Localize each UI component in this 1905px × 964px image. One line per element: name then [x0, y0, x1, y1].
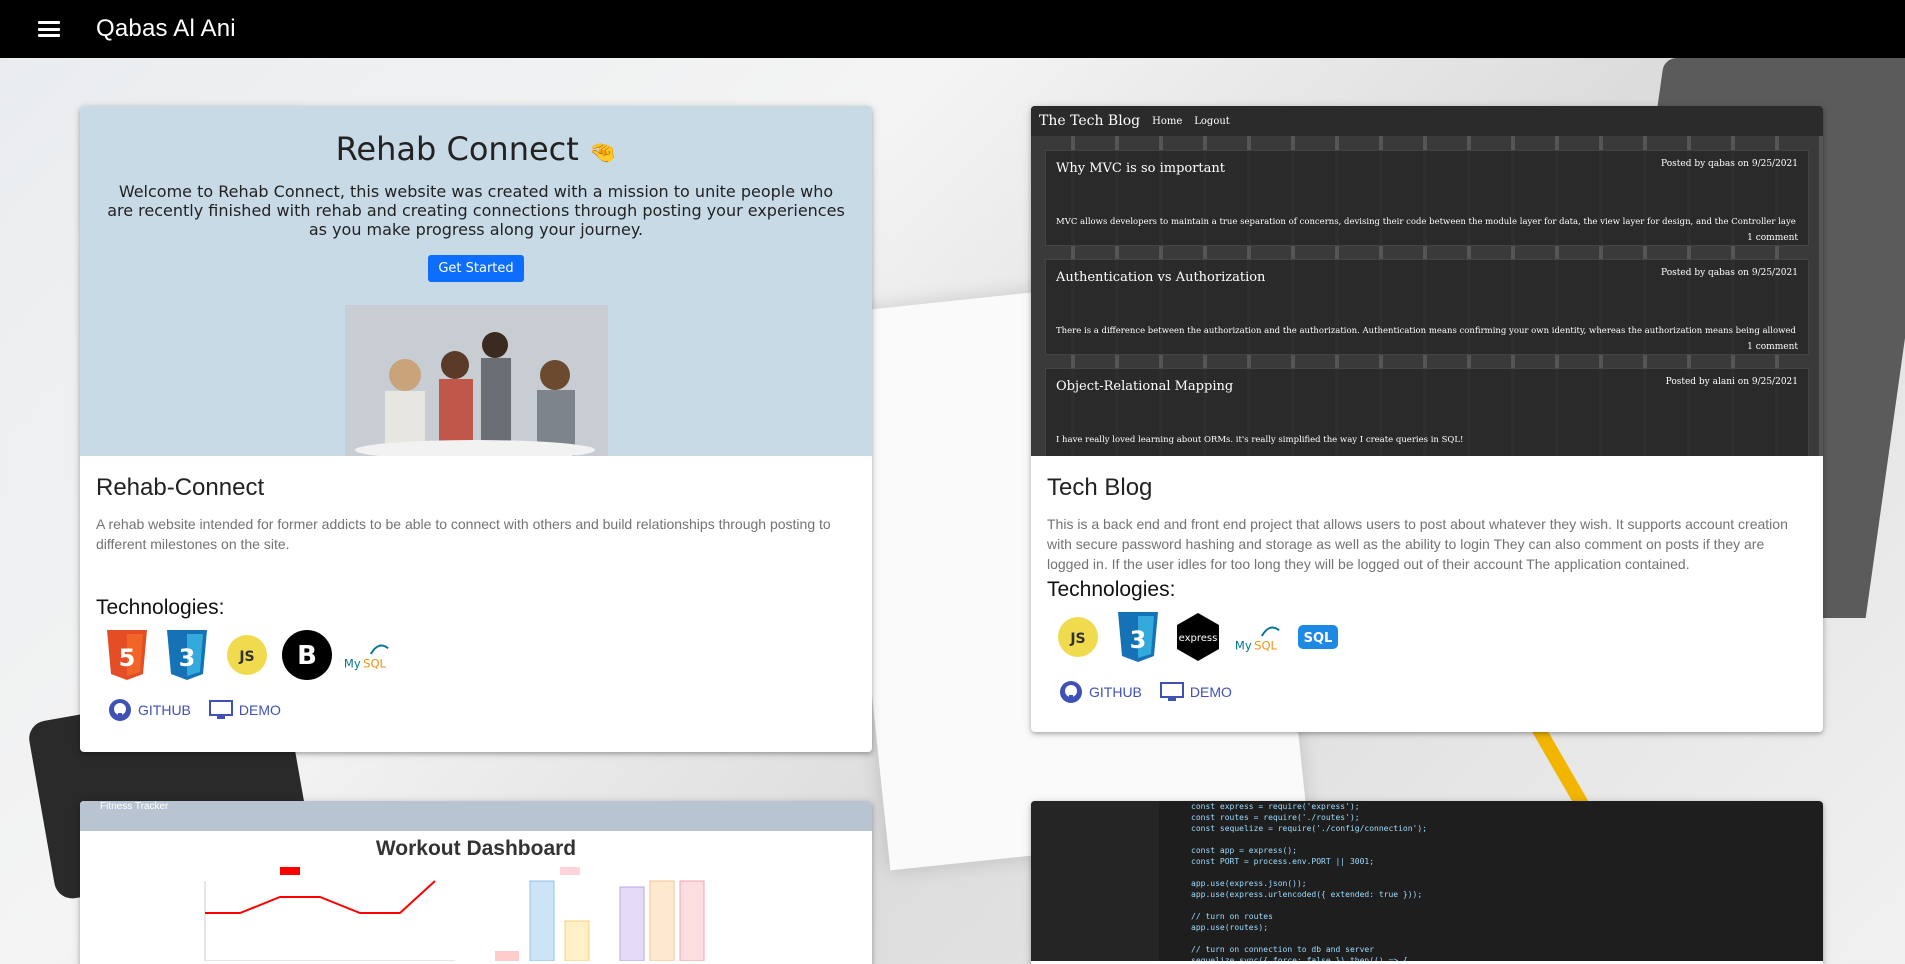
javascript-icon: JS: [222, 630, 272, 680]
svg-text:JS: JS: [238, 649, 254, 665]
app-title: Qabas Al Ani: [96, 15, 236, 42]
javascript-icon: JS: [1053, 612, 1103, 662]
monitor-icon: [208, 700, 233, 719]
preview-brand: The Tech Blog: [1039, 113, 1141, 129]
post-meta: Posted by alani on 9/25/2021: [1665, 377, 1798, 387]
svg-text:3: 3: [179, 644, 196, 672]
preview-file-explorer: [1031, 801, 1159, 961]
svg-text:SQL: SQL: [363, 657, 386, 671]
project-description: This is a back end and front end project…: [1047, 516, 1788, 572]
mysql-icon: My SQL: [1233, 612, 1283, 662]
svg-text:SQL: SQL: [1304, 631, 1333, 646]
technologies-list: 5 3 JS B My SQL: [96, 630, 856, 680]
preview-code: const express = require('express'); cons…: [1191, 802, 1428, 961]
preview-heading: Rehab Connect 🤏: [335, 130, 617, 168]
svg-text:B: B: [297, 641, 317, 671]
preview-nav-logout: Logout: [1194, 115, 1230, 127]
post-meta: Posted by qabas on 9/25/2021: [1661, 159, 1798, 169]
project-title: Tech Blog: [1047, 474, 1153, 501]
github-link-label: GITHUB: [138, 702, 191, 718]
svg-text:5: 5: [119, 644, 136, 672]
github-icon: [109, 699, 131, 721]
preview-nav: The Tech Blog Home Logout: [1031, 106, 1823, 136]
preview-charts: [204, 867, 705, 961]
preview-post: Why MVC is so important Posted by qabas …: [1045, 150, 1809, 246]
project-preview-image: The Tech Blog Home Logout Why MVC is so …: [1031, 106, 1823, 456]
project-preview-image: Fitness Tracker Workout Dashboard: [80, 801, 872, 961]
project-description: A rehab website intended for former addi…: [96, 516, 831, 552]
github-icon: [1060, 681, 1082, 703]
project-card-tech-blog: The Tech Blog Home Logout Why MVC is so …: [1031, 106, 1823, 732]
preview-post: Authentication vs Authorization Posted b…: [1045, 259, 1809, 355]
technologies-list: JS 3 express My SQL SQL: [1047, 612, 1807, 662]
svg-text:3: 3: [1130, 626, 1147, 654]
demo-link-label: DEMO: [1189, 684, 1232, 700]
post-meta: Posted by qabas on 9/25/2021: [1661, 268, 1798, 278]
project-card-rehab-connect: Rehab Connect 🤏 Welcome to Rehab Connect…: [80, 106, 872, 752]
project-card-fitness-tracker: Fitness Tracker Workout Dashboard: [80, 801, 872, 964]
mysql-icon: My SQL: [342, 630, 392, 680]
preview-nav-home: Home: [1152, 115, 1183, 127]
css3-icon: 3: [162, 630, 212, 680]
demo-link[interactable]: DEMO: [208, 698, 281, 722]
technologies-heading: Technologies:: [1047, 578, 1176, 601]
sql-icon: SQL: [1293, 612, 1343, 662]
post-title: Authentication vs Authorization: [1056, 270, 1266, 285]
post-comments: 1 comment: [1747, 233, 1798, 243]
post-title: Why MVC is so important: [1056, 161, 1225, 176]
app-bar: Qabas Al Ani: [0, 0, 1905, 58]
post-text: MVC allows developers to maintain a true…: [1056, 217, 1796, 227]
express-icon: express: [1173, 612, 1223, 662]
demo-link[interactable]: DEMO: [1159, 680, 1232, 704]
post-text: There is a difference between the author…: [1056, 326, 1796, 336]
svg-text:My: My: [1235, 639, 1252, 653]
post-comments: 1 comment: [1747, 342, 1798, 352]
monitor-icon: [1159, 682, 1184, 701]
project-card-code-preview: const express = require('express'); cons…: [1031, 801, 1823, 964]
get-started-button: Get Started: [428, 255, 524, 282]
css3-icon: 3: [1113, 612, 1163, 662]
project-preview-image: Rehab Connect 🤏 Welcome to Rehab Connect…: [80, 106, 872, 456]
post-title: Object-Relational Mapping: [1056, 379, 1234, 394]
menu-icon[interactable]: [38, 21, 60, 37]
demo-link-label: DEMO: [238, 702, 281, 718]
github-link-label: GITHUB: [1089, 684, 1142, 700]
preview-app-bar: Fitness Tracker: [80, 801, 872, 831]
html5-icon: 5: [102, 630, 152, 680]
svg-text:My: My: [344, 657, 361, 671]
svg-text:JS: JS: [1069, 631, 1085, 647]
project-preview-image: const express = require('express'); cons…: [1031, 801, 1823, 961]
svg-text:express: express: [1179, 633, 1218, 644]
svg-text:SQL: SQL: [1254, 639, 1277, 653]
preview-text: Welcome to Rehab Connect, this website w…: [107, 182, 845, 239]
post-text: I have really loved learning about ORMs.…: [1056, 435, 1464, 445]
group-photo: [345, 305, 608, 456]
bootstrap-icon: B: [282, 630, 332, 680]
github-link[interactable]: GITHUB: [1059, 680, 1142, 704]
github-link[interactable]: GITHUB: [108, 698, 191, 722]
preview-post: Object-Relational Mapping Posted by alan…: [1045, 368, 1809, 456]
preview-heading: Workout Dashboard: [375, 837, 577, 860]
technologies-heading: Technologies:: [96, 596, 225, 619]
project-title: Rehab-Connect: [96, 474, 265, 501]
